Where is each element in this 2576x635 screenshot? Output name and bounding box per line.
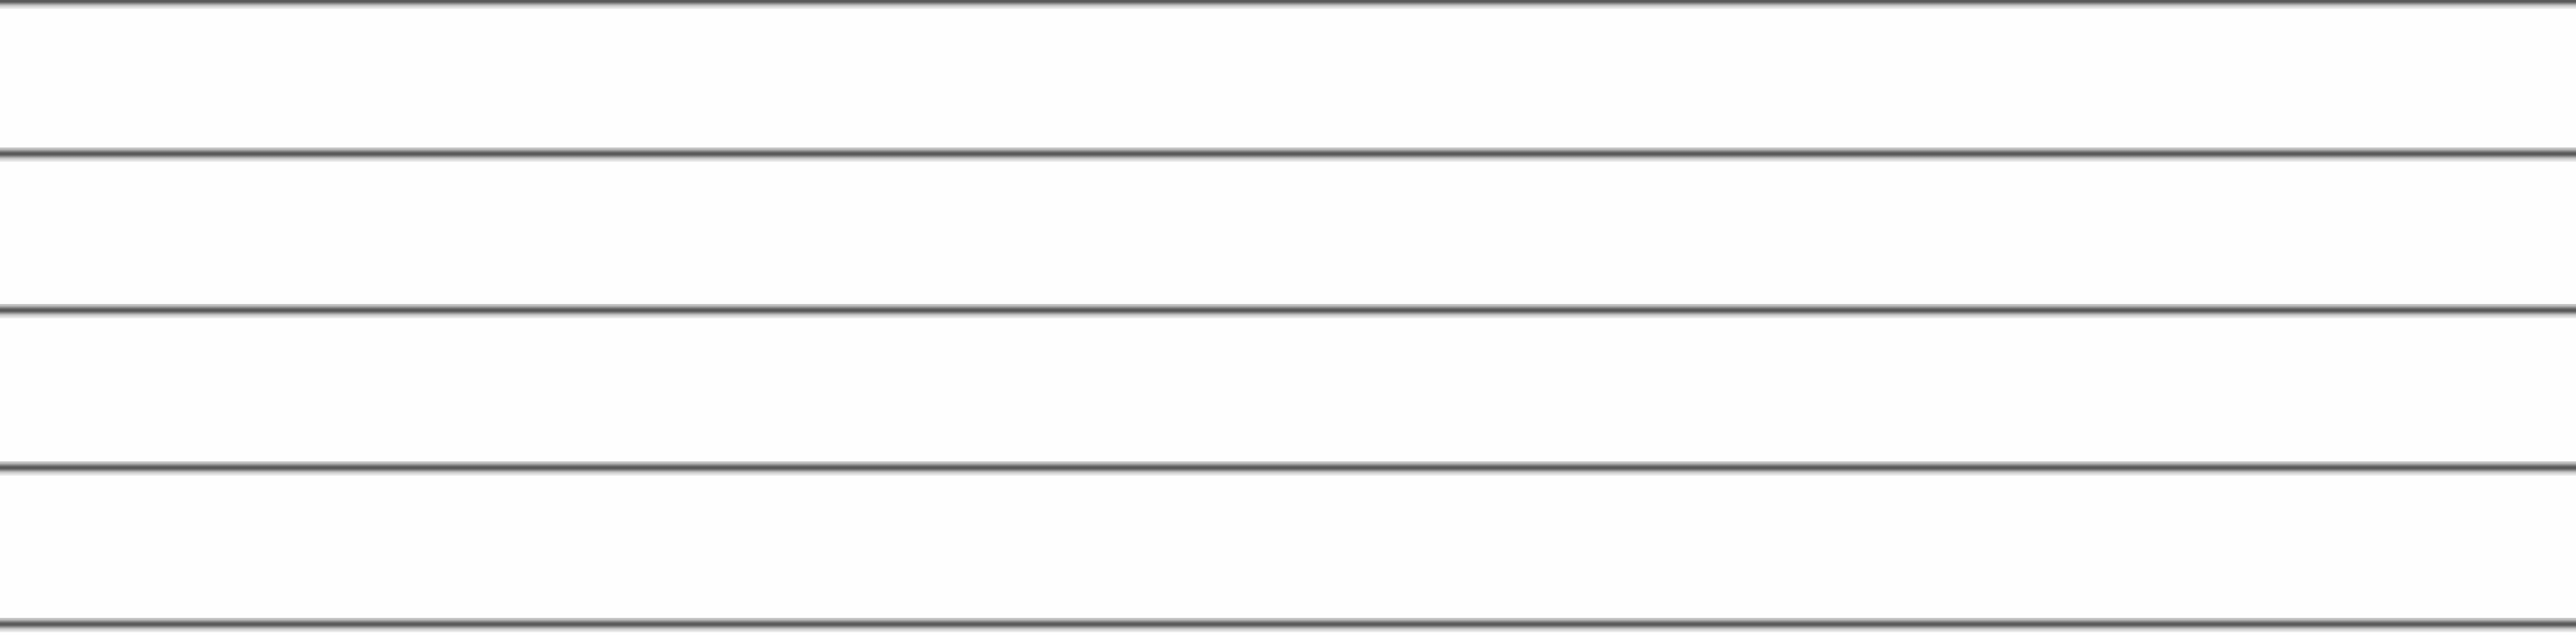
horizontal-rule-1 (0, 0, 2576, 9)
horizontal-rule-3 (0, 304, 2576, 318)
horizontal-rule-5 (0, 618, 2576, 632)
lined-canvas (0, 0, 2576, 635)
horizontal-rule-2 (0, 147, 2576, 162)
horizontal-rule-4 (0, 461, 2576, 476)
